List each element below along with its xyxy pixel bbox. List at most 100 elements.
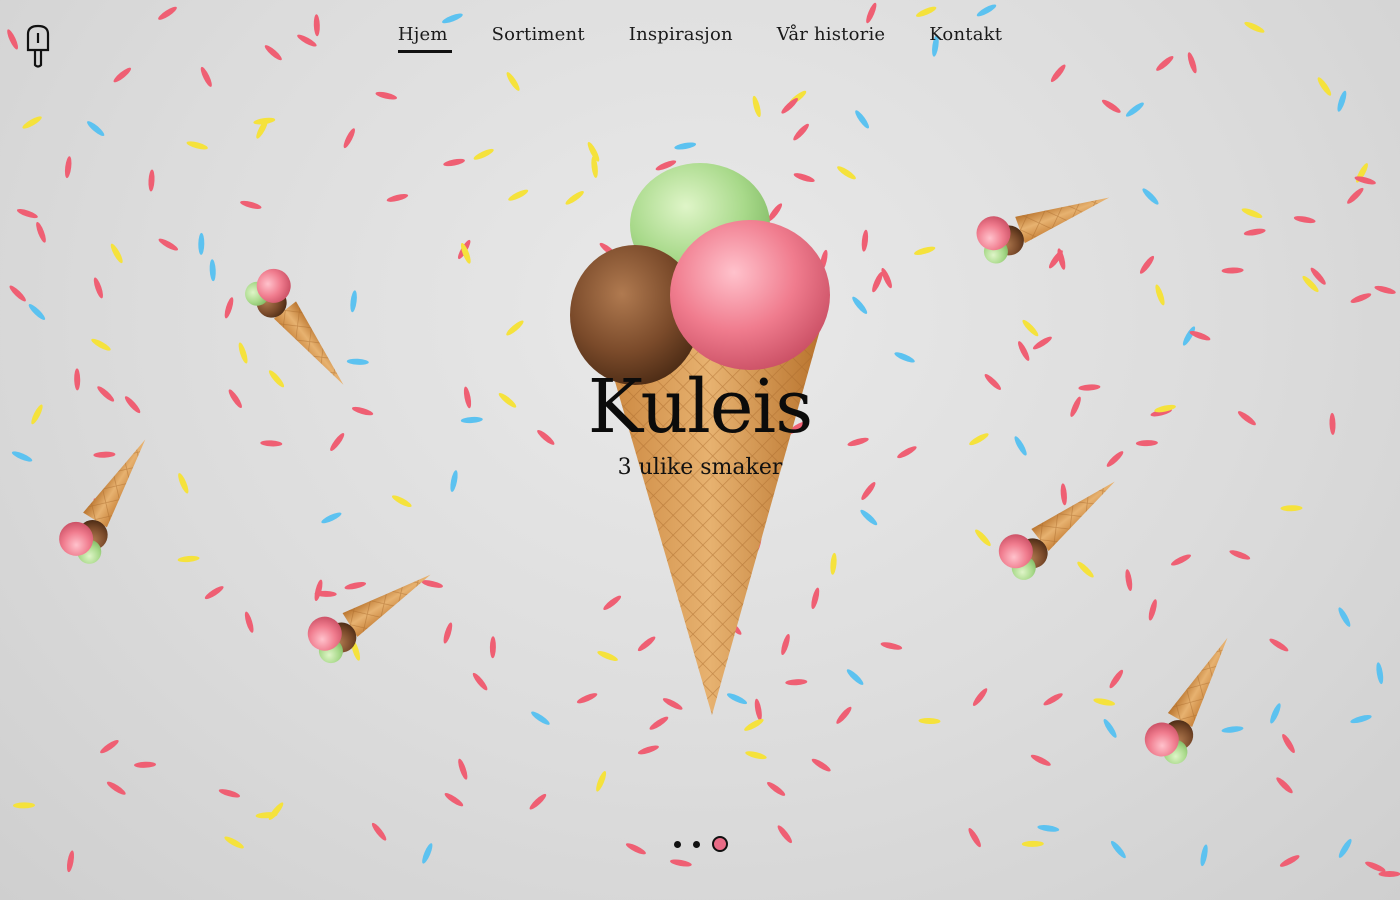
sprinkle bbox=[597, 651, 618, 661]
sprinkle bbox=[343, 128, 355, 149]
sprinkle bbox=[443, 622, 453, 644]
sprinkle bbox=[158, 238, 179, 251]
sprinkle bbox=[972, 688, 988, 706]
sprinkle bbox=[371, 822, 387, 841]
small-cone-image bbox=[971, 175, 1118, 268]
carousel-dot[interactable] bbox=[693, 840, 700, 848]
sprinkle bbox=[603, 595, 622, 610]
sprinkle bbox=[1018, 341, 1030, 361]
sprinkle bbox=[975, 529, 991, 547]
sprinkle bbox=[811, 587, 820, 609]
sprinkle bbox=[177, 555, 200, 563]
nav-item-var-historie[interactable]: Vår historie bbox=[777, 24, 885, 53]
sprinkle bbox=[1110, 840, 1126, 859]
sprinkle bbox=[314, 579, 323, 601]
carousel-dot-active[interactable] bbox=[712, 836, 728, 852]
sprinkle bbox=[1021, 840, 1044, 847]
sprinkle bbox=[793, 123, 809, 141]
sprinkle bbox=[1221, 267, 1244, 274]
sprinkle bbox=[811, 758, 831, 772]
sprinkle bbox=[1378, 871, 1400, 877]
sprinkle bbox=[1350, 715, 1372, 724]
sprinkle bbox=[852, 296, 868, 314]
nav-item-kontakt[interactable]: Kontakt bbox=[929, 24, 1002, 53]
sprinkle bbox=[1022, 319, 1039, 337]
small-cone-image bbox=[52, 427, 166, 570]
sprinkle bbox=[625, 843, 646, 855]
sprinkle bbox=[744, 718, 764, 731]
nav-item-hjem[interactable]: Hjem bbox=[397, 24, 452, 53]
sprinkle bbox=[13, 802, 35, 809]
nav-item-sortiment[interactable]: Sortiment bbox=[492, 24, 585, 53]
sprinkle bbox=[422, 843, 433, 864]
sprinkle bbox=[1276, 777, 1293, 794]
sprinkle bbox=[1156, 55, 1174, 71]
sprinkle bbox=[240, 200, 262, 209]
small-cone-image bbox=[991, 463, 1130, 586]
sprinkle bbox=[596, 771, 607, 792]
sprinkle bbox=[218, 789, 241, 798]
sprinkle bbox=[473, 148, 494, 160]
sprinkle bbox=[375, 91, 398, 100]
sprinkle bbox=[565, 191, 584, 205]
sprinkle bbox=[346, 358, 369, 365]
sprinkle bbox=[93, 277, 103, 299]
sprinkle bbox=[28, 304, 46, 320]
sprinkle bbox=[531, 711, 550, 725]
sprinkle bbox=[66, 850, 75, 873]
sprinkle bbox=[1125, 569, 1133, 591]
sprinkle bbox=[785, 679, 808, 686]
sprinkle bbox=[1187, 52, 1197, 74]
sprinkle bbox=[781, 97, 799, 114]
carousel-dot[interactable] bbox=[674, 840, 681, 848]
sprinkle bbox=[443, 158, 465, 167]
sprinkle bbox=[1269, 638, 1289, 652]
sprinkle bbox=[1365, 861, 1386, 872]
sprinkle bbox=[576, 693, 598, 704]
sprinkle bbox=[836, 706, 852, 724]
sprinkle bbox=[344, 581, 367, 590]
sprinkle bbox=[16, 209, 38, 219]
sprinkle bbox=[204, 586, 224, 600]
carousel-pagination bbox=[674, 836, 728, 852]
sprinkle bbox=[1280, 505, 1303, 512]
sprinkle bbox=[1050, 64, 1066, 83]
sprinkle bbox=[198, 232, 205, 255]
sprinkle bbox=[148, 169, 155, 192]
sprinkle bbox=[861, 482, 876, 500]
sprinkle bbox=[472, 672, 488, 691]
sprinkle bbox=[1093, 698, 1116, 706]
sprinkle bbox=[1229, 550, 1251, 560]
sprinkle bbox=[508, 189, 529, 201]
sprinkle bbox=[1037, 825, 1060, 832]
sprinkle bbox=[1347, 187, 1364, 204]
sprinkle bbox=[670, 859, 692, 867]
sprinkle bbox=[1077, 561, 1094, 578]
sprinkle bbox=[752, 95, 761, 118]
sprinkle bbox=[1148, 599, 1157, 621]
sprinkle bbox=[110, 243, 123, 264]
sprinkle bbox=[1376, 662, 1384, 685]
sprinkle bbox=[1142, 188, 1159, 205]
sprinkle bbox=[662, 698, 683, 710]
sprinkle bbox=[894, 352, 915, 363]
sprinkle bbox=[861, 229, 869, 252]
hero-subtitle: 3 ulike smaker bbox=[617, 455, 783, 480]
sprinkle bbox=[200, 66, 212, 87]
sprinkle bbox=[1125, 102, 1144, 117]
nav-item-inspirasjon[interactable]: Inspirasjon bbox=[629, 24, 733, 53]
small-cone-image bbox=[1138, 626, 1249, 770]
sprinkle bbox=[1243, 228, 1266, 236]
sprinkle bbox=[444, 793, 464, 807]
sprinkle bbox=[1293, 216, 1316, 224]
sprinkle bbox=[1221, 726, 1244, 733]
sprinkle bbox=[421, 580, 443, 588]
sprinkle bbox=[860, 509, 878, 526]
sprinkle bbox=[1282, 734, 1295, 753]
sprinkle bbox=[754, 698, 762, 721]
ice-cream-artwork bbox=[7, 2, 1400, 877]
sprinkle bbox=[9, 285, 26, 302]
sprinkle bbox=[1317, 77, 1332, 96]
sprinkle bbox=[745, 751, 767, 760]
sprinkle bbox=[880, 642, 903, 650]
